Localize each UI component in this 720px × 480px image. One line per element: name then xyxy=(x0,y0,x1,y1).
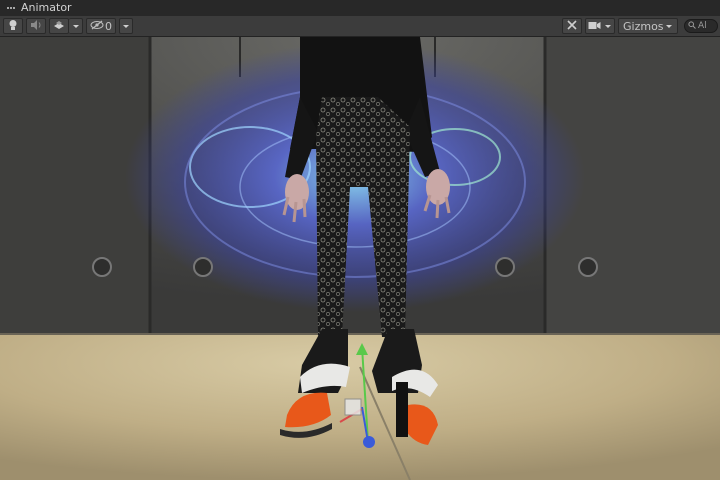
gizmos-label: Gizmos xyxy=(623,19,664,33)
scene-view-toolbar: 0 Gizmos Al xyxy=(0,16,720,37)
tools-icon xyxy=(566,19,578,34)
search-input: Al xyxy=(698,21,707,31)
scene-viewport[interactable] xyxy=(0,37,720,480)
hidden-object-count: 0 xyxy=(105,19,112,33)
eye-slash-icon xyxy=(90,20,104,33)
scene-visibility-button[interactable]: 0 xyxy=(86,18,116,34)
lighting-toggle-button[interactable] xyxy=(3,18,23,34)
window-tab-bar: Animator xyxy=(0,0,720,16)
gizmos-dropdown[interactable]: Gizmos xyxy=(618,18,678,34)
camera-settings-button[interactable] xyxy=(585,18,615,34)
toolbar-right-group: Gizmos Al xyxy=(559,16,720,36)
speaker-icon xyxy=(30,19,42,34)
camera-icon xyxy=(588,20,601,33)
effects-dropdown-button[interactable] xyxy=(69,18,83,34)
chevron-down-icon xyxy=(604,20,612,33)
ellipsis-icon[interactable] xyxy=(5,2,17,14)
audio-toggle-button[interactable] xyxy=(26,18,46,34)
chevron-down-icon xyxy=(72,20,80,33)
chevron-down-icon xyxy=(122,20,130,33)
scene-search-field[interactable]: Al xyxy=(684,19,718,33)
scene-render xyxy=(0,37,720,480)
lightbulb-icon xyxy=(8,19,18,34)
layers-icon xyxy=(53,19,65,34)
window-tab-title[interactable]: Animator xyxy=(21,0,72,16)
search-icon xyxy=(688,20,696,32)
tools-button[interactable] xyxy=(562,18,582,34)
visibility-dropdown-button[interactable] xyxy=(119,18,133,34)
chevron-down-icon xyxy=(665,20,673,33)
effects-toggle-button[interactable] xyxy=(49,18,69,34)
